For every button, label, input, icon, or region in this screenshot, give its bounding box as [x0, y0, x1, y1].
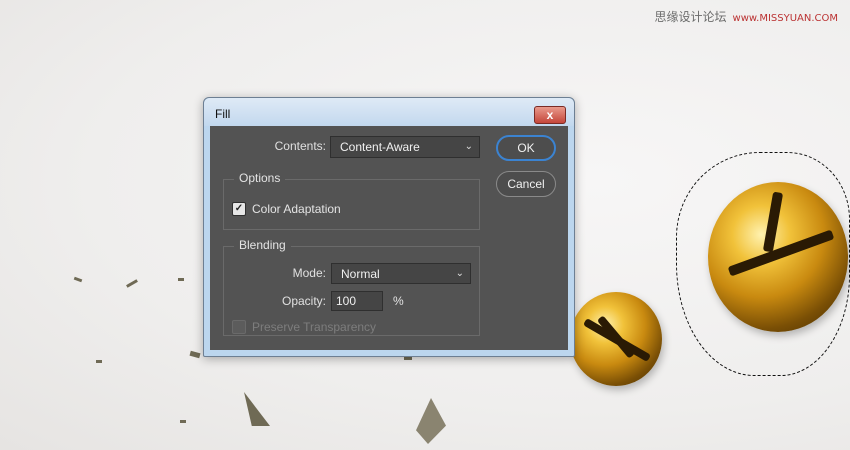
confetti-piece — [126, 279, 138, 288]
color-adaptation-label[interactable]: Color Adaptation — [252, 202, 341, 216]
mode-label: Mode: — [292, 266, 326, 280]
contents-value: Content-Aware — [340, 140, 420, 154]
confetti-piece — [180, 420, 186, 423]
confetti-piece — [73, 276, 83, 283]
dialog-body: Contents: Content-Aware ⌄ OK Cancel Opti… — [210, 126, 568, 350]
contents-label: Contents: — [274, 139, 326, 153]
color-adaptation-checkbox[interactable]: ✓ — [232, 202, 246, 216]
watermark-text: 思缘设计论坛 — [654, 10, 727, 24]
opacity-unit: % — [393, 294, 404, 308]
mode-select[interactable]: Normal ⌄ — [331, 263, 471, 284]
opacity-field[interactable]: 100 — [331, 291, 383, 311]
chevron-down-icon: ⌄ — [455, 268, 464, 279]
dialog-titlebar[interactable]: Fill x — [204, 98, 574, 126]
mode-value: Normal — [341, 267, 380, 281]
options-title: Options — [234, 171, 286, 185]
confetti-piece — [189, 350, 201, 359]
watermark-url: www.MISSYUAN.COM — [732, 13, 838, 24]
preserve-transparency-label: Preserve Transparency — [252, 320, 377, 334]
confetti-piece — [96, 360, 102, 363]
preserve-transparency-checkbox — [232, 320, 246, 334]
confetti-piece — [244, 392, 270, 426]
fill-dialog: Fill x Contents: Content-Aware ⌄ OK Canc… — [203, 97, 575, 357]
ok-button[interactable]: OK — [496, 135, 556, 161]
chevron-down-icon: ⌄ — [464, 141, 473, 152]
blending-title: Blending — [234, 238, 291, 252]
dialog-title: Fill — [215, 107, 231, 121]
confetti-piece — [178, 278, 184, 281]
blending-group: Blending Mode: Normal ⌄ Opacity: 100 % P… — [223, 238, 480, 336]
close-button[interactable]: x — [534, 106, 566, 124]
marquee-selection[interactable] — [676, 152, 850, 376]
bell-slot — [596, 315, 636, 359]
cancel-button[interactable]: Cancel — [496, 171, 556, 197]
check-icon: ✓ — [234, 203, 244, 214]
jingle-bell-small — [570, 292, 662, 386]
contents-select[interactable]: Content-Aware ⌄ — [330, 136, 480, 158]
watermark: 思缘设计论坛 www.MISSYUAN.COM — [655, 8, 839, 25]
close-icon: x — [546, 108, 554, 122]
confetti-piece — [416, 398, 446, 444]
options-group: Options ✓ Color Adaptation — [223, 171, 480, 230]
opacity-label: Opacity: — [281, 294, 326, 308]
